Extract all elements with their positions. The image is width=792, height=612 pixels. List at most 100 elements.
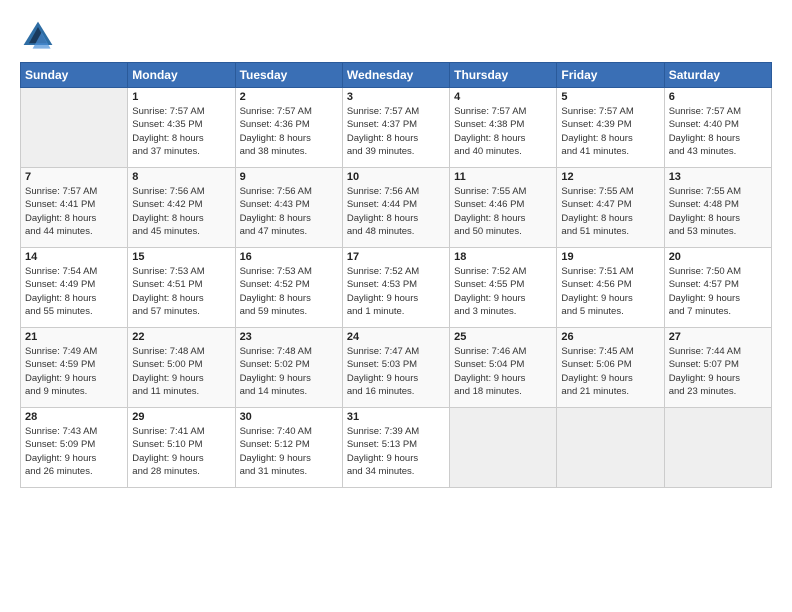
- calendar-cell: 20Sunrise: 7:50 AM Sunset: 4:57 PM Dayli…: [664, 248, 771, 328]
- day-info: Sunrise: 7:44 AM Sunset: 5:07 PM Dayligh…: [669, 345, 767, 398]
- calendar-cell: 19 Sunrise: 7:51 AM Sunset: 4:56 PM Dayli…: [557, 248, 664, 328]
- day-info: Sunrise: 7:55 AM Sunset: 4:48 PM Dayligh…: [669, 185, 767, 238]
- calendar-cell: 2 Sunrise: 7:57 AM Sunset: 4:36 PM Daylig…: [235, 88, 342, 168]
- day-number: 9: [240, 171, 338, 183]
- calendar-body: 1 Sunrise: 7:57 AM Sunset: 4:35 PM Daylig…: [21, 88, 772, 488]
- day-number: 27: [669, 331, 767, 343]
- day-info: Sunrise: 7:57 AM Sunset: 4:36 PM Dayligh…: [240, 105, 338, 158]
- day-info: Sunrise: 7:57 AM Sunset: 4:35 PM Dayligh…: [132, 105, 230, 158]
- calendar-cell: 30 Sunrise: 7:40 AM Sunset: 5:12 PM Dayli…: [235, 408, 342, 488]
- calendar-cell: [664, 408, 771, 488]
- logo-icon: [20, 18, 56, 54]
- day-number: 19: [561, 251, 659, 263]
- calendar-cell: 5 Sunrise: 7:57 AM Sunset: 4:39 PM Daylig…: [557, 88, 664, 168]
- weekday-header: Saturday: [664, 63, 771, 88]
- calendar-cell: 16 Sunrise: 7:53 AM Sunset: 4:52 PM Dayli…: [235, 248, 342, 328]
- calendar-cell: 14 Sunrise: 7:54 AM Sunset: 4:49 PM Dayli…: [21, 248, 128, 328]
- page-container: SundayMondayTuesdayWednesdayThursdayFrid…: [0, 0, 792, 498]
- day-number: 12: [561, 171, 659, 183]
- day-info: Sunrise: 7:57 AM Sunset: 4:40 PM Dayligh…: [669, 105, 767, 158]
- calendar-table: SundayMondayTuesdayWednesdayThursdayFrid…: [20, 62, 772, 488]
- calendar-cell: 23 Sunrise: 7:48 AM Sunset: 5:02 PM Dayli…: [235, 328, 342, 408]
- calendar-cell: 18Sunrise: 7:52 AM Sunset: 4:55 PM Dayli…: [450, 248, 557, 328]
- day-number: 15: [132, 251, 230, 263]
- calendar-cell: 27 Sunrise: 7:44 AM Sunset: 5:07 PM Dayli…: [664, 328, 771, 408]
- day-info: Sunrise: 7:56 AM Sunset: 4:43 PM Dayligh…: [240, 185, 338, 238]
- weekday-header: Friday: [557, 63, 664, 88]
- day-info: Sunrise: 7:39 AM Sunset: 5:13 PM Dayligh…: [347, 425, 445, 478]
- day-info: Sunrise: 7:41 AM Sunset: 5:10 PM Dayligh…: [132, 425, 230, 478]
- day-number: 18: [454, 251, 552, 263]
- calendar-cell: 10 Sunrise: 7:56 AM Sunset: 4:44 PM Dayli…: [342, 168, 449, 248]
- calendar-cell: 21 Sunrise: 7:49 AM Sunset: 4:59 PM Dayli…: [21, 328, 128, 408]
- day-info: Sunrise: 7:48 AM Sunset: 5:00 PM Dayligh…: [132, 345, 230, 398]
- day-info: Sunrise: 7:56 AM Sunset: 4:44 PM Dayligh…: [347, 185, 445, 238]
- calendar-cell: 7 Sunrise: 7:57 AM Sunset: 4:41 PM Daylig…: [21, 168, 128, 248]
- day-number: 6: [669, 91, 767, 103]
- day-number: 13: [669, 171, 767, 183]
- day-info: Sunrise: 7:48 AM Sunset: 5:02 PM Dayligh…: [240, 345, 338, 398]
- weekday-header: Tuesday: [235, 63, 342, 88]
- day-info: Sunrise: 7:40 AM Sunset: 5:12 PM Dayligh…: [240, 425, 338, 478]
- day-number: 28: [25, 411, 123, 423]
- day-info: Sunrise: 7:54 AM Sunset: 4:49 PM Dayligh…: [25, 265, 123, 318]
- day-info: Sunrise: 7:53 AM Sunset: 4:51 PM Dayligh…: [132, 265, 230, 318]
- calendar-cell: 29 Sunrise: 7:41 AM Sunset: 5:10 PM Dayli…: [128, 408, 235, 488]
- day-number: 10: [347, 171, 445, 183]
- day-number: 4: [454, 91, 552, 103]
- day-info: Sunrise: 7:46 AM Sunset: 5:04 PM Dayligh…: [454, 345, 552, 398]
- calendar-cell: 6 Sunrise: 7:57 AM Sunset: 4:40 PM Daylig…: [664, 88, 771, 168]
- day-number: 1: [132, 91, 230, 103]
- calendar-cell: 31Sunrise: 7:39 AM Sunset: 5:13 PM Dayli…: [342, 408, 449, 488]
- day-info: Sunrise: 7:55 AM Sunset: 4:46 PM Dayligh…: [454, 185, 552, 238]
- calendar-cell: 8Sunrise: 7:56 AM Sunset: 4:42 PM Daylig…: [128, 168, 235, 248]
- calendar-cell: 3Sunrise: 7:57 AM Sunset: 4:37 PM Daylig…: [342, 88, 449, 168]
- calendar-cell: 24 Sunrise: 7:47 AM Sunset: 5:03 PM Dayli…: [342, 328, 449, 408]
- day-info: Sunrise: 7:49 AM Sunset: 4:59 PM Dayligh…: [25, 345, 123, 398]
- day-number: 17: [347, 251, 445, 263]
- day-number: 24: [347, 331, 445, 343]
- day-info: Sunrise: 7:53 AM Sunset: 4:52 PM Dayligh…: [240, 265, 338, 318]
- day-number: 14: [25, 251, 123, 263]
- day-info: Sunrise: 7:45 AM Sunset: 5:06 PM Dayligh…: [561, 345, 659, 398]
- day-number: 25: [454, 331, 552, 343]
- day-number: 8: [132, 171, 230, 183]
- calendar-cell: [557, 408, 664, 488]
- calendar-cell: 4 Sunrise: 7:57 AM Sunset: 4:38 PM Daylig…: [450, 88, 557, 168]
- day-number: 16: [240, 251, 338, 263]
- calendar-cell: 15 Sunrise: 7:53 AM Sunset: 4:51 PM Dayli…: [128, 248, 235, 328]
- day-number: 23: [240, 331, 338, 343]
- weekday-header: Monday: [128, 63, 235, 88]
- calendar-cell: 11 Sunrise: 7:55 AM Sunset: 4:46 PM Dayli…: [450, 168, 557, 248]
- weekday-header: Thursday: [450, 63, 557, 88]
- day-info: Sunrise: 7:43 AM Sunset: 5:09 PM Dayligh…: [25, 425, 123, 478]
- day-info: Sunrise: 7:47 AM Sunset: 5:03 PM Dayligh…: [347, 345, 445, 398]
- calendar-cell: 17Sunrise: 7:52 AM Sunset: 4:53 PM Dayli…: [342, 248, 449, 328]
- day-number: 11: [454, 171, 552, 183]
- day-number: 3: [347, 91, 445, 103]
- day-number: 7: [25, 171, 123, 183]
- calendar-cell: 28 Sunrise: 7:43 AM Sunset: 5:09 PM Dayli…: [21, 408, 128, 488]
- day-info: Sunrise: 7:51 AM Sunset: 4:56 PM Dayligh…: [561, 265, 659, 318]
- calendar-cell: 26Sunrise: 7:45 AM Sunset: 5:06 PM Dayli…: [557, 328, 664, 408]
- logo: [20, 18, 60, 54]
- calendar-cell: 12Sunrise: 7:55 AM Sunset: 4:47 PM Dayli…: [557, 168, 664, 248]
- calendar-cell: 13 Sunrise: 7:55 AM Sunset: 4:48 PM Dayli…: [664, 168, 771, 248]
- day-number: 5: [561, 91, 659, 103]
- day-info: Sunrise: 7:57 AM Sunset: 4:39 PM Dayligh…: [561, 105, 659, 158]
- day-info: Sunrise: 7:57 AM Sunset: 4:41 PM Dayligh…: [25, 185, 123, 238]
- calendar-week-row: 7 Sunrise: 7:57 AM Sunset: 4:41 PM Daylig…: [21, 168, 772, 248]
- calendar-cell: [450, 408, 557, 488]
- day-number: 30: [240, 411, 338, 423]
- calendar-week-row: 14 Sunrise: 7:54 AM Sunset: 4:49 PM Dayli…: [21, 248, 772, 328]
- day-number: 29: [132, 411, 230, 423]
- calendar-cell: 9 Sunrise: 7:56 AM Sunset: 4:43 PM Daylig…: [235, 168, 342, 248]
- day-number: 20: [669, 251, 767, 263]
- day-number: 2: [240, 91, 338, 103]
- weekday-header: Wednesday: [342, 63, 449, 88]
- day-number: 21: [25, 331, 123, 343]
- day-info: Sunrise: 7:57 AM Sunset: 4:38 PM Dayligh…: [454, 105, 552, 158]
- calendar-cell: [21, 88, 128, 168]
- day-number: 22: [132, 331, 230, 343]
- calendar-week-row: 1 Sunrise: 7:57 AM Sunset: 4:35 PM Daylig…: [21, 88, 772, 168]
